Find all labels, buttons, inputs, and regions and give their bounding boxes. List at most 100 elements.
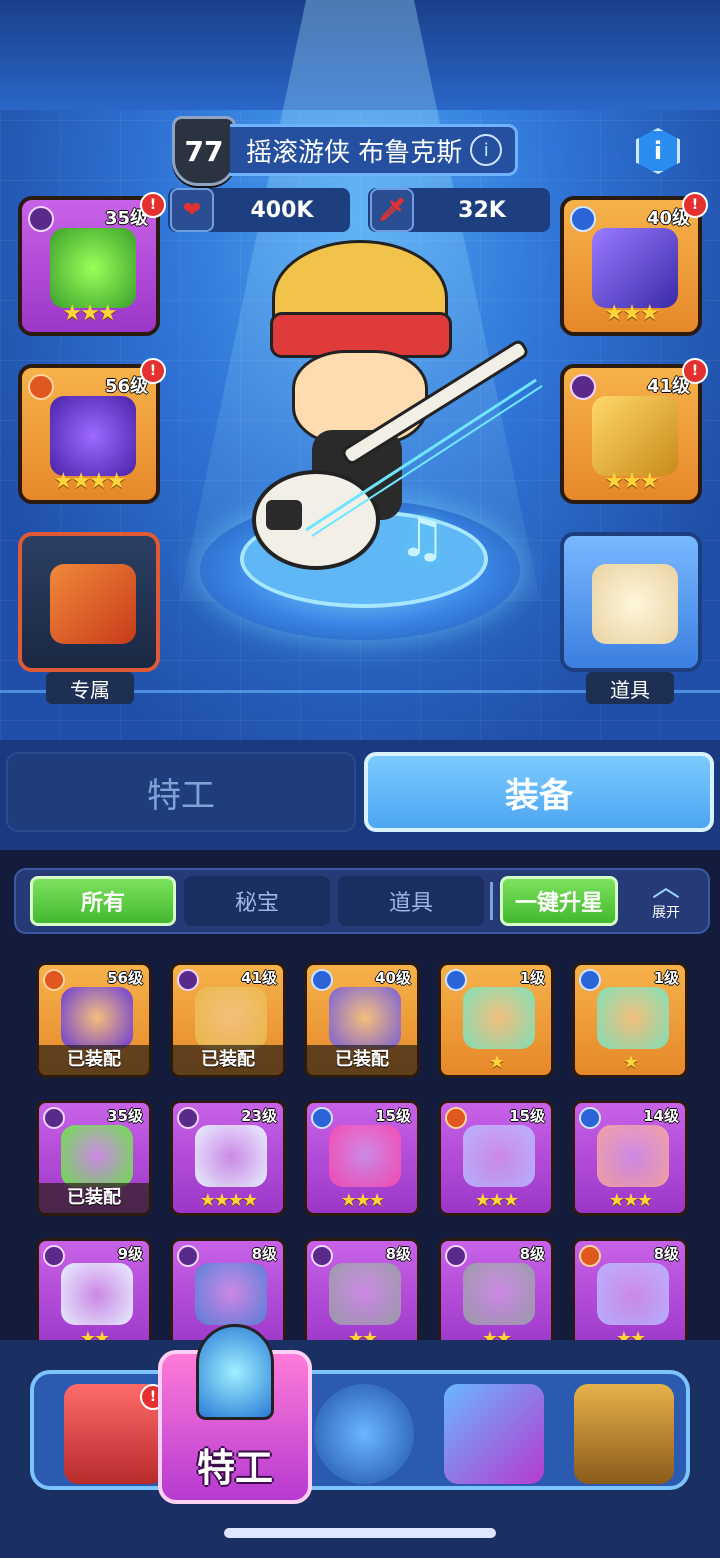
exclusive-label: 专属: [46, 672, 134, 704]
heart-icon: ❤: [170, 188, 214, 232]
inventory-item[interactable]: 8级 ★★: [304, 1238, 420, 1354]
alert-badge: !: [140, 358, 166, 384]
agent-icon: [196, 1324, 274, 1420]
equipped-label: 已装配: [307, 1045, 417, 1075]
item-art-icon: [195, 1125, 267, 1187]
main-tabbar: 特工 装备: [0, 740, 720, 850]
item-stars: ★: [622, 1052, 639, 1073]
inventory-item[interactable]: 15级 ★★★: [438, 1100, 554, 1216]
exclusive-guitar-icon: [50, 564, 136, 644]
item-art-icon: [463, 1263, 535, 1325]
shield-rarity-icon: [445, 969, 467, 991]
inventory-item[interactable]: 15级 ★★★: [304, 1100, 420, 1216]
item-level: 15级: [375, 1107, 411, 1125]
item-level: 8级: [251, 1245, 277, 1263]
inventory-item[interactable]: 41级已装配: [170, 962, 286, 1078]
item-stars: ★★★: [474, 1190, 519, 1211]
cube-icon[interactable]: [444, 1384, 544, 1484]
attack-value: 32K: [458, 197, 506, 223]
expand-label: 展开: [652, 905, 680, 921]
planet-icon[interactable]: [314, 1384, 414, 1484]
filter-divider: [490, 882, 493, 920]
music-note-icon: ♫: [398, 506, 447, 569]
item-art-icon: [329, 1125, 401, 1187]
exclusive-slot[interactable]: [18, 532, 160, 672]
hp-stat: ❤ 400K: [168, 188, 350, 232]
slot-stars: ★★★: [604, 469, 659, 494]
inventory-item[interactable]: 14级 ★★★: [572, 1100, 688, 1216]
inventory-item[interactable]: 56级已装配: [36, 962, 152, 1078]
filter-all-button[interactable]: 所有: [30, 876, 176, 926]
crown-rarity-icon: [28, 374, 54, 400]
item-art-icon: [597, 1263, 669, 1325]
filter-treasure-button[interactable]: 秘宝: [184, 876, 330, 926]
hero-name-bar[interactable]: 摇滚游侠 布鲁克斯 i: [230, 124, 518, 176]
upgrade-all-button[interactable]: 一键升星: [500, 876, 618, 926]
equip-slot-right-1[interactable]: 40级 ★★★: [560, 196, 702, 336]
item-art-icon: [597, 987, 669, 1049]
crystal-item-icon: [592, 228, 678, 308]
inventory-item[interactable]: 1级 ★: [438, 962, 554, 1078]
inventory-item[interactable]: 8级 ★★: [438, 1238, 554, 1354]
alert-badge: !: [682, 192, 708, 218]
shield-rarity-icon: [570, 206, 596, 232]
item-level: 14级: [643, 1107, 679, 1125]
item-stars: ★★★: [340, 1190, 385, 1211]
shield-rarity-icon: [579, 969, 601, 991]
item-level: 15级: [509, 1107, 545, 1125]
slot-stars: ★★★: [604, 301, 659, 326]
inventory-panel: 所有 秘宝 道具 一键升星 ︿ 展开 56级 已装配 41级 已装配 40级 已装配 1级 ★…: [0, 850, 720, 1370]
inventory-item[interactable]: 1级 ★: [572, 962, 688, 1078]
gem-rarity-icon: [570, 374, 596, 400]
inventory-item[interactable]: 35级 已装配: [36, 1100, 152, 1216]
item-art-icon: [463, 987, 535, 1049]
item-slot-label: 道具: [586, 672, 674, 704]
home-indicator: [224, 1528, 496, 1538]
hero-scene: ♫ 77 摇滚游侠 布鲁克斯 i i ❤ 400K 🗡 32K 35级 ★★★ …: [0, 0, 720, 740]
item-level: 8级: [653, 1245, 679, 1263]
tab-equipment[interactable]: 装备: [364, 752, 714, 832]
nav-agent-button[interactable]: 特工: [158, 1324, 312, 1504]
bottom-nav: ! 特工: [0, 1324, 720, 1558]
item-stars: ★★★★: [199, 1190, 259, 1211]
sword-icon: 🗡: [370, 188, 414, 232]
chevron-up-icon: ︿: [651, 870, 680, 903]
item-level: 1级: [653, 969, 679, 987]
item-stars: ★: [488, 1052, 505, 1073]
tab-agent[interactable]: 特工: [6, 752, 356, 832]
equip-slot-right-2[interactable]: 41级 ★★★: [560, 364, 702, 504]
filter-bar: 所有 秘宝 道具 一键升星 ︿ 展开: [14, 868, 710, 934]
expand-button[interactable]: ︿ 展开: [636, 872, 696, 930]
gem-rarity-icon: [28, 206, 54, 232]
hero-info-icon[interactable]: i: [470, 134, 503, 166]
item-level: 8级: [385, 1245, 411, 1263]
portal-icon[interactable]: [574, 1384, 674, 1484]
item-level: 56级: [107, 969, 143, 987]
sack-item-icon: [592, 564, 678, 644]
hero-level-badge: 77: [172, 116, 236, 186]
item-art-icon: [61, 1125, 133, 1187]
item-art-icon: [329, 987, 401, 1049]
inventory-item[interactable]: 9级 ★★: [36, 1238, 152, 1354]
item-level: 41级: [241, 969, 277, 987]
hp-value: 400K: [250, 197, 314, 223]
inventory-item[interactable]: 40级 已装配: [304, 962, 420, 1078]
gem-rarity-icon: [177, 1107, 199, 1129]
item-art-icon: [463, 1125, 535, 1187]
equip-slot-left-1[interactable]: 35级 ★★★: [18, 196, 160, 336]
alert-badge: !: [682, 358, 708, 384]
gem-rarity-icon: [445, 1245, 467, 1267]
slot-stars: ★★★★: [53, 469, 127, 494]
item-art-icon: [61, 1263, 133, 1325]
green-flame-item-icon: [50, 228, 136, 308]
inventory-item[interactable]: 8级 ★★: [572, 1238, 688, 1354]
item-art-icon: [61, 987, 133, 1049]
crown-rarity-icon: [579, 1245, 601, 1267]
item-slot[interactable]: [560, 532, 702, 672]
equipped-label: 已装配: [173, 1045, 283, 1075]
filter-items-button[interactable]: 道具: [338, 876, 484, 926]
equip-slot-left-2[interactable]: 56级 ★★★★: [18, 364, 160, 504]
inventory-item[interactable]: 23级 ★★★★: [170, 1100, 286, 1216]
equipped-label: 已装配: [39, 1045, 149, 1075]
item-art-icon: [195, 987, 267, 1049]
